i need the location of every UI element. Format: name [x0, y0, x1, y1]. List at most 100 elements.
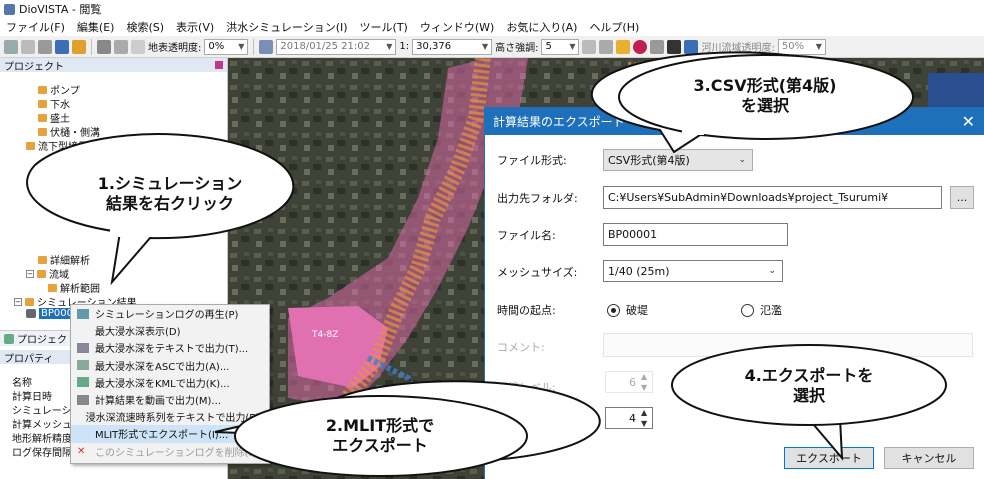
- menu-item-label: このシミュレーションログを削除(R): [95, 447, 260, 459]
- tree-item-label: ポンプ: [50, 86, 80, 97]
- output-folder-field[interactable]: C:¥Users¥SubAdmin¥Downloads¥project_Tsur…: [603, 186, 942, 209]
- stop-icon[interactable]: [650, 39, 665, 54]
- callout-step3-text: 3.CSV形式(第4版) を選択: [620, 76, 910, 116]
- blank-icon: [77, 429, 89, 439]
- plus-icon[interactable]: [582, 39, 597, 54]
- river-transparency-select[interactable]: 50% ▼: [777, 38, 826, 55]
- browse-button[interactable]: ...: [950, 186, 974, 209]
- terrain-transparency-label: 地表透明度:: [148, 43, 202, 54]
- stepper-down-icon[interactable]: ▼: [641, 419, 647, 428]
- menu-item-label: 最大浸水深をASCで出力(A)...: [95, 361, 230, 373]
- menu-help[interactable]: ヘルプ(H): [589, 19, 639, 35]
- tree-item-culvert[interactable]: 伏樋・側溝: [38, 124, 100, 139]
- tree-item-label: 下水: [50, 100, 70, 111]
- blank-icon: [77, 326, 89, 336]
- compress-level-label: 圧縮レベル:: [497, 381, 556, 394]
- radio-flood-label: 氾濫: [760, 304, 782, 317]
- folder-icon: [38, 127, 47, 136]
- tree-item-basin[interactable]: − 流域: [26, 266, 69, 281]
- record-icon[interactable]: [633, 39, 648, 54]
- menu-window[interactable]: ウィンドウ(W): [420, 19, 494, 35]
- tree-item-analysis-range[interactable]: 解析範囲: [48, 280, 100, 295]
- cancel-button[interactable]: キャンセル: [884, 447, 974, 469]
- folder-icon: [26, 141, 35, 150]
- export-dialog: 計算結果のエクスポート ✕ ファイル形式: CSV形式(第4版) ⌄ 出力先フォル…: [484, 107, 984, 479]
- blank-icon: [77, 412, 80, 422]
- tree-item-pump[interactable]: ポンプ: [38, 82, 80, 97]
- mesh-size-label: メッシュサイズ:: [497, 266, 578, 279]
- toolbar-separator: [91, 38, 92, 55]
- collapse-icon[interactable]: −: [26, 269, 34, 278]
- bulb-icon[interactable]: [616, 39, 631, 54]
- camera-icon[interactable]: [667, 39, 682, 54]
- height-emphasis-select[interactable]: 5 ▼: [541, 38, 580, 55]
- menu-item-export-video[interactable]: 計算結果を動画で出力(M)...: [71, 391, 269, 408]
- draw-icon[interactable]: [97, 39, 111, 54]
- menu-item-show-max-depth[interactable]: 最大浸水深表示(D): [71, 322, 269, 339]
- comment-label: コメント:: [497, 341, 545, 354]
- output-folder-label: 出力先フォルダ:: [497, 192, 578, 205]
- stepper-up-icon[interactable]: ▲: [641, 408, 647, 417]
- tree-item-sewer[interactable]: 下水: [38, 96, 70, 111]
- property-terrain-accuracy: 地形解析精度(: [12, 434, 76, 445]
- scale-select[interactable]: 30,376 ▼: [412, 38, 493, 55]
- height-emphasis-label: 高さ強調:: [495, 43, 539, 54]
- hand-icon[interactable]: [72, 39, 86, 54]
- file-format-label: ファイル形式:: [497, 154, 567, 167]
- scale-label: 1:: [399, 41, 410, 52]
- menu-flood-simulation[interactable]: 洪水シミュレーション(I): [226, 19, 347, 35]
- menu-item-label: 計算結果を動画で出力(M)...: [95, 396, 221, 408]
- property-calc-date: 計算日時: [12, 392, 52, 403]
- collapse-icon[interactable]: −: [14, 297, 22, 306]
- menu-item-label: 最大浸水深表示(D): [95, 327, 181, 339]
- stepper-up-icon[interactable]: ▲: [641, 372, 647, 381]
- file-name-field[interactable]: BP00001: [603, 223, 788, 246]
- tree-item-outflow-boundary[interactable]: 流下型境界: [26, 138, 88, 153]
- scale-value: 30,376: [416, 41, 452, 52]
- menu-favorites[interactable]: お気に入り(A): [506, 19, 577, 35]
- zoom-icon[interactable]: [21, 39, 35, 54]
- pen-icon[interactable]: [114, 39, 128, 54]
- radio-breach[interactable]: 破堤: [607, 302, 648, 318]
- result-icon: [26, 309, 36, 318]
- menu-item-max-depth-asc[interactable]: 最大浸水深をASCで出力(A)...: [71, 357, 269, 374]
- tree-item-embankment[interactable]: 盛土: [38, 110, 70, 125]
- river-icon[interactable]: [684, 39, 699, 54]
- tree-item-label: 流下型境界: [38, 142, 88, 153]
- video-icon: [77, 394, 89, 405]
- radio-flood[interactable]: 氾濫: [741, 302, 782, 318]
- tree-item-label: 流域: [49, 270, 69, 281]
- play-icon: [77, 308, 89, 319]
- menu-view[interactable]: 表示(V): [176, 19, 214, 35]
- stepper-down-icon[interactable]: ▼: [641, 383, 647, 392]
- menu-item-max-depth-kml[interactable]: 最大浸水深をKMLで出力(K)...: [71, 374, 269, 391]
- menu-item-play-log[interactable]: シミュレーションログの再生(P): [71, 305, 269, 322]
- tree-item-detail-analysis[interactable]: 詳細解析: [38, 252, 90, 267]
- menu-search[interactable]: 検索(S): [126, 19, 164, 35]
- folder-icon: [38, 99, 47, 108]
- chevron-down-icon: ▼: [386, 42, 393, 51]
- folder-icon: [25, 297, 34, 306]
- menu-file[interactable]: ファイル(F): [6, 19, 65, 35]
- chevron-down-icon: ⌄: [768, 266, 776, 276]
- comment-field[interactable]: [603, 333, 973, 357]
- eraser-icon[interactable]: [131, 39, 145, 54]
- file-name-label: ファイル名:: [497, 229, 556, 242]
- calendar-icon[interactable]: [259, 39, 274, 54]
- file-format-select[interactable]: CSV形式(第4版) ⌄: [603, 149, 753, 171]
- chevron-down-icon: ▼: [481, 42, 489, 51]
- mesh-size-select[interactable]: 1/40 (25m) ⌄: [603, 260, 783, 282]
- pin-icon[interactable]: [215, 61, 223, 69]
- menu-edit[interactable]: 編集(E): [77, 19, 115, 35]
- terrain-transparency-select[interactable]: 0% ▼: [204, 38, 249, 55]
- map-icon[interactable]: [55, 39, 69, 54]
- datetime-select[interactable]: 2018/01/25 21:02 ▼: [276, 38, 397, 55]
- print-icon[interactable]: [4, 39, 18, 54]
- grid-icon[interactable]: [599, 39, 614, 54]
- height-emphasis-value: 5: [545, 41, 552, 52]
- menu-item-max-depth-text[interactable]: 最大浸水深をテキストで出力(T)...: [71, 339, 269, 356]
- layer-icon[interactable]: [38, 39, 52, 54]
- export-button[interactable]: エクスポート: [784, 447, 874, 469]
- close-icon[interactable]: ✕: [962, 112, 975, 131]
- menu-tools[interactable]: ツール(T): [360, 19, 408, 35]
